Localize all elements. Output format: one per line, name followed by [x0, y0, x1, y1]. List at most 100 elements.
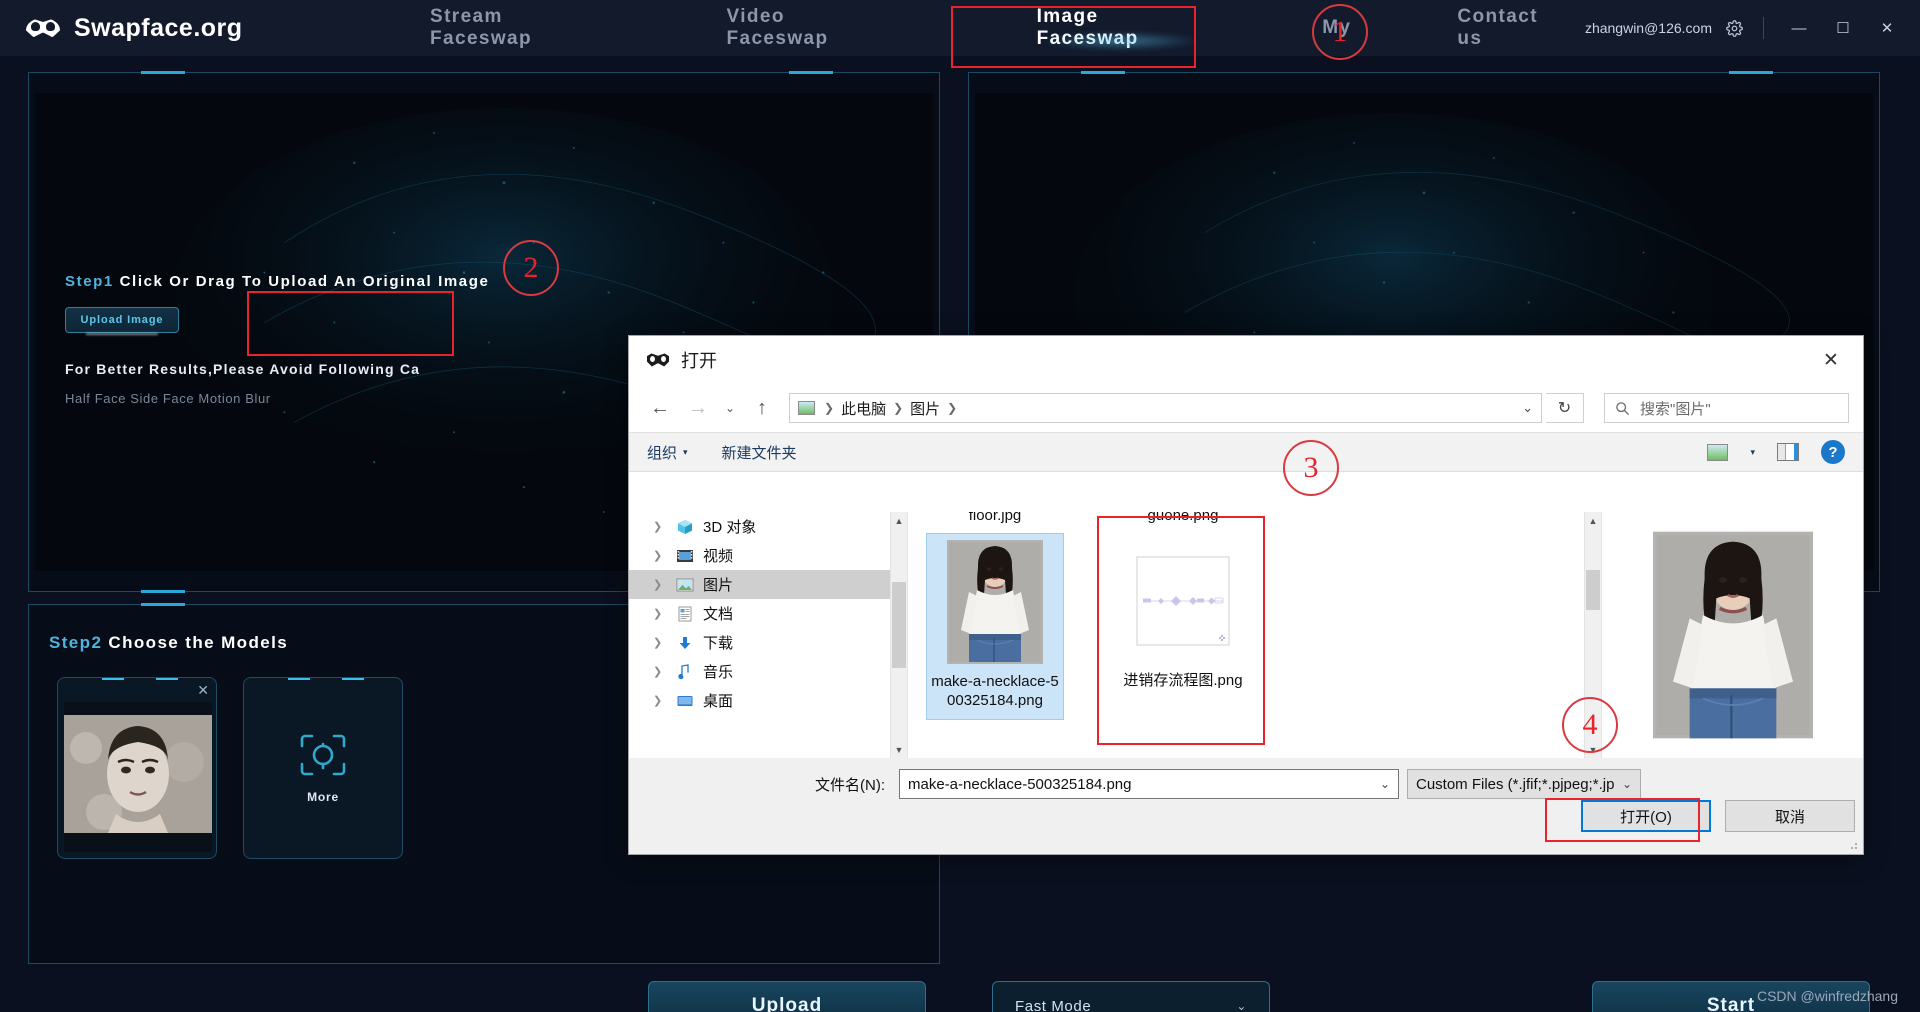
file-name-above[interactable]: floor.jpg — [969, 512, 1022, 525]
preview-pane-icon[interactable] — [1777, 443, 1799, 461]
tree-item-documents[interactable]: ❯ 文档 — [629, 599, 907, 628]
file-name: make-a-necklace-500325184.png — [931, 673, 1059, 710]
mode-select[interactable]: Fast Mode ⌄ — [992, 981, 1270, 1012]
dialog-buttons: 打开(O) 取消 — [1581, 800, 1855, 832]
upload-image-button[interactable]: Upload Image — [65, 307, 179, 333]
scroll-down-icon[interactable]: ▼ — [1585, 741, 1601, 758]
tree-item-downloads[interactable]: ❯ 下载 — [629, 628, 907, 657]
view-layout-icon[interactable] — [1707, 443, 1729, 461]
cancel-button[interactable]: 取消 — [1725, 800, 1855, 832]
file-column-2: guohe.png 进销存流程图.png — [1114, 512, 1252, 720]
chevron-right-icon[interactable]: ❯ — [653, 520, 667, 533]
file-list[interactable]: floor.jpg make-a-necklace-500325184.png … — [907, 512, 1601, 758]
window-maximize-button[interactable]: ☐ — [1828, 13, 1858, 43]
resize-grip[interactable] — [1847, 839, 1859, 851]
chevron-right-icon[interactable]: ❯ — [653, 549, 667, 562]
toolbar-right: ▾ ? — [1707, 440, 1845, 464]
model-card-selected[interactable]: ✕ — [57, 677, 217, 859]
nav-item-my[interactable]: My — [1306, 0, 1367, 56]
tree-scrollbar[interactable]: ▲ ▼ — [890, 512, 907, 758]
open-button[interactable]: 打开(O) — [1581, 800, 1711, 832]
chevron-right-icon[interactable]: ❯ — [653, 578, 667, 591]
window-minimize-button[interactable]: — — [1784, 13, 1814, 43]
panel-tick — [141, 603, 185, 606]
divider — [1763, 17, 1764, 39]
dialog-toolbar: 组织 ▾ 新建文件夹 ▾ ? — [629, 432, 1863, 472]
panel-tick — [141, 590, 185, 593]
nav-label: My — [1322, 17, 1352, 38]
close-icon[interactable]: ✕ — [197, 682, 209, 699]
pictures-icon — [676, 578, 694, 591]
file-list-scrollbar[interactable]: ▲ ▼ — [1584, 512, 1601, 758]
chevron-down-icon[interactable]: ⌄ — [1380, 777, 1390, 791]
dialog-title: 打开 — [681, 351, 717, 371]
upload-button[interactable]: Upload — [648, 981, 926, 1012]
chevron-right-icon[interactable]: ❯ — [653, 694, 667, 707]
tree-item-pictures[interactable]: ❯ 图片 — [629, 570, 907, 599]
tree-item-videos[interactable]: ❯ 视频 — [629, 541, 907, 570]
chevron-right-icon[interactable]: ❯ — [653, 607, 667, 620]
dialog-preview-pane — [1601, 512, 1863, 758]
scrollbar-thumb[interactable] — [892, 582, 906, 668]
close-icon[interactable]: ✕ — [1809, 343, 1853, 377]
video-icon — [677, 549, 693, 562]
search-icon — [1616, 401, 1630, 415]
chevron-down-icon: ⌄ — [1621, 777, 1632, 791]
nav-label: Video Faceswap — [726, 6, 829, 49]
pictures-icon — [798, 401, 815, 415]
scroll-down-icon[interactable]: ▼ — [891, 741, 907, 758]
back-button[interactable]: ← — [643, 391, 677, 425]
gear-icon[interactable] — [1726, 19, 1743, 37]
tree-item-3d-objects[interactable]: ❯ 3D 对象 — [629, 512, 907, 541]
nav-item-contact-us[interactable]: Contact us — [1441, 0, 1585, 56]
model-card-more[interactable]: More — [243, 677, 403, 859]
recent-locations-button[interactable]: ⌄ — [719, 391, 741, 425]
panel-tick — [1729, 71, 1773, 74]
scroll-up-icon[interactable]: ▲ — [1585, 512, 1601, 529]
refresh-icon[interactable]: ↻ — [1546, 393, 1584, 423]
chevron-down-icon[interactable]: ▾ — [1750, 447, 1755, 458]
desktop-icon — [677, 695, 693, 706]
file-item-selected[interactable]: make-a-necklace-500325184.png — [926, 533, 1064, 720]
filename-input[interactable]: make-a-necklace-500325184.png ⌄ — [899, 769, 1399, 799]
file-item[interactable]: 进销存流程图.png — [1114, 533, 1252, 698]
tree-item-music[interactable]: ❯ 音乐 — [629, 657, 907, 686]
new-folder-button[interactable]: 新建文件夹 — [722, 442, 797, 463]
tree-item-label: 视频 — [703, 548, 734, 565]
scrollbar-thumb[interactable] — [1586, 570, 1600, 610]
organize-label: 组织 — [647, 444, 678, 462]
tree-item-desktop[interactable]: ❯ 桌面 — [629, 686, 907, 715]
search-input[interactable]: 搜索"图片" — [1604, 393, 1849, 423]
nav-label: Image Faceswap — [1036, 6, 1139, 49]
nav-item-video-faceswap[interactable]: Video Faceswap — [710, 0, 908, 56]
model-thumbnail — [64, 702, 212, 852]
card-tick — [102, 678, 125, 680]
file-open-dialog: 打开 ✕ ← → ⌄ ↑ ❯ 此电脑 ❯ 图片 ❯ ⌄ ↻ 搜索"图片" 组织 … — [628, 335, 1864, 855]
filetype-value: Custom Files (*.jfif;*.pjpeg;*.jp — [1416, 775, 1615, 793]
nav-item-image-faceswap[interactable]: Image Faceswap — [993, 0, 1251, 56]
forward-button[interactable]: → — [681, 391, 715, 425]
chevron-down-icon: ⌄ — [1236, 999, 1247, 1012]
help-icon[interactable]: ? — [1821, 440, 1845, 464]
file-name-above[interactable]: guohe.png — [1148, 512, 1219, 525]
chevron-down-icon[interactable]: ⌄ — [1522, 400, 1533, 416]
breadcrumb-separator: ❯ — [947, 401, 958, 415]
filename-value: make-a-necklace-500325184.png — [908, 775, 1132, 793]
breadcrumb-item-this-pc[interactable]: 此电脑 — [837, 398, 890, 419]
more-label: More — [307, 790, 339, 804]
filetype-select[interactable]: Custom Files (*.jfif;*.pjpeg;*.jp ⌄ — [1407, 769, 1641, 799]
window-close-button[interactable]: ✕ — [1872, 13, 1902, 43]
upload-button-label: Upload — [751, 995, 823, 1012]
chevron-right-icon[interactable]: ❯ — [653, 665, 667, 678]
nav-label: Contact us — [1457, 6, 1538, 49]
chevron-right-icon[interactable]: ❯ — [653, 636, 667, 649]
organize-button[interactable]: 组织 ▾ — [647, 442, 688, 463]
upload-image-label: Upload Image — [80, 314, 164, 326]
tree-item-label: 桌面 — [703, 693, 734, 710]
breadcrumb[interactable]: ❯ 此电脑 ❯ 图片 ❯ ⌄ — [789, 393, 1542, 423]
nav-item-stream-faceswap[interactable]: Stream Faceswap — [414, 0, 626, 56]
breadcrumb-item-pictures[interactable]: 图片 — [906, 398, 944, 419]
user-email: zhangwin@126.com — [1584, 20, 1712, 36]
scroll-up-icon[interactable]: ▲ — [891, 512, 907, 529]
up-button[interactable]: ↑ — [745, 391, 779, 425]
